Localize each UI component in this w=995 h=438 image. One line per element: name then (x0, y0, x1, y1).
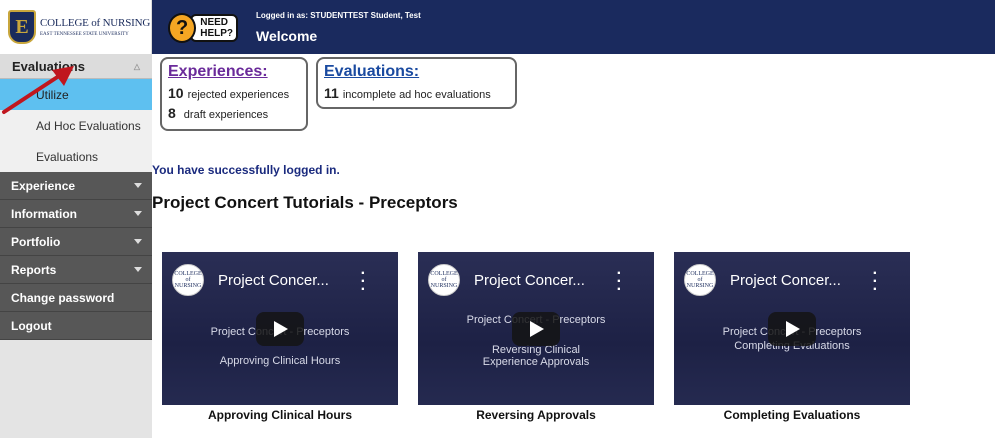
sidebar-item-label: Experience (11, 178, 76, 193)
login-info: Logged in as: STUDENTTEST Student, Test (256, 11, 421, 20)
video-title[interactable]: Project Concer... (730, 272, 841, 289)
experiences-summary-box: Experiences: 10 rejected experiences 8 dra… (160, 57, 308, 131)
incomplete-evaluations-count[interactable]: 11 incomplete ad hoc evaluations (324, 85, 509, 101)
count-label: rejected experiences (187, 89, 290, 101)
college-logo[interactable]: E COLLEGE of NURSING EAST TENNESSEE STAT… (0, 0, 152, 54)
sidebar-item-label: Portfolio (11, 234, 61, 249)
channel-logo-icon: COLLEGE of NURSING (172, 264, 204, 296)
video-player-reversing-approvals[interactable]: COLLEGE of NURSING Project Concer... · · ·… (418, 252, 654, 405)
sidebar-item-label: Reports (11, 262, 57, 277)
video-player-completing-evaluations[interactable]: COLLEGE of NURSING Project Concer... · · ·… (674, 252, 910, 405)
count-label: draft experiences (183, 109, 269, 121)
sidebar-item-change-password[interactable]: Change password (0, 284, 152, 312)
sidebar-item-information[interactable]: Information (0, 200, 152, 228)
video-caption: Completing Evaluations (723, 408, 861, 422)
more-options-icon[interactable]: · · · (617, 266, 622, 298)
video-title[interactable]: Project Concer... (218, 272, 329, 289)
tutorials-section-title: Project Concert Tutorials - Preceptors (152, 193, 458, 212)
logo-main-text: COLLEGE of NURSING (40, 16, 151, 29)
video-title[interactable]: Project Concer... (474, 272, 585, 289)
sidebar-subitem-label: Evaluations (36, 149, 99, 164)
video-caption: Approving Clinical Hours (207, 408, 352, 422)
need-help-label: NEED HELP? (190, 14, 238, 42)
play-button-icon[interactable] (768, 312, 816, 346)
count-label: incomplete ad hoc evaluations (342, 89, 491, 101)
logo-sub-text: EAST TENNESSEE STATE UNIVERSITY (40, 31, 129, 37)
sidebar-item-label: Change password (11, 290, 115, 305)
evaluations-summary-box: Evaluations: 11 incomplete ad hoc evaluat… (316, 57, 517, 109)
sidebar-item-reports[interactable]: Reports (0, 256, 152, 284)
count: 8 (168, 105, 176, 121)
sidebar-item-label: Information (11, 206, 77, 221)
chevron-down-icon (134, 183, 142, 188)
count: 11 (324, 85, 339, 101)
caret-up-icon: △ (133, 62, 140, 71)
red-annotation-arrow-icon (2, 66, 74, 114)
sidebar-item-experience[interactable]: Experience (0, 172, 152, 200)
count: 10 (168, 85, 184, 101)
top-bar: ? NEED HELP? Logged in as: STUDENTTEST S… (152, 0, 995, 54)
need-help-line-1: NEED (200, 17, 229, 28)
channel-logo-icon: COLLEGE of NURSING (428, 264, 460, 296)
need-help-button[interactable]: ? NEED HELP? (168, 12, 238, 44)
video-slide-line-2: Reversing Clinical Experience Approvals (482, 344, 590, 368)
question-mark-icon: ? (168, 13, 197, 43)
chevron-down-icon (134, 239, 142, 244)
play-button-icon[interactable] (256, 312, 304, 346)
chevron-down-icon (134, 267, 142, 272)
sidebar-subitem-label: Ad Hoc Evaluations (36, 118, 141, 133)
sidebar-item-logout[interactable]: Logout (0, 312, 152, 340)
login-success-message: You have successfully logged in. (152, 163, 340, 177)
sidebar-item-label: Logout (11, 318, 52, 333)
sidebar-item-portfolio[interactable]: Portfolio (0, 228, 152, 256)
more-options-icon[interactable]: · · · (873, 266, 878, 298)
video-slide-line-2: Approving Clinical Hours (219, 355, 341, 367)
more-options-icon[interactable]: · · · (361, 266, 366, 298)
evaluations-link[interactable]: Evaluations: (324, 63, 509, 81)
play-button-icon[interactable] (512, 312, 560, 346)
need-help-line-2: HELP? (200, 28, 233, 39)
sidebar-subitem-evaluations[interactable]: Evaluations (0, 141, 152, 172)
channel-logo-icon: COLLEGE of NURSING (684, 264, 716, 296)
etsu-shield-icon: E (8, 10, 36, 44)
draft-experiences-count[interactable]: 8 draft experiences (168, 105, 300, 121)
welcome-title: Welcome (256, 28, 318, 44)
page: E COLLEGE of NURSING EAST TENNESSEE STAT… (0, 0, 995, 438)
rejected-experiences-count[interactable]: 10 rejected experiences (168, 85, 300, 101)
experiences-link[interactable]: Experiences: (168, 63, 300, 81)
chevron-down-icon (134, 211, 142, 216)
video-player-approving-hours[interactable]: COLLEGE of NURSING Project Concer... · · ·… (162, 252, 398, 405)
video-caption: Reversing Approvals (476, 408, 596, 422)
